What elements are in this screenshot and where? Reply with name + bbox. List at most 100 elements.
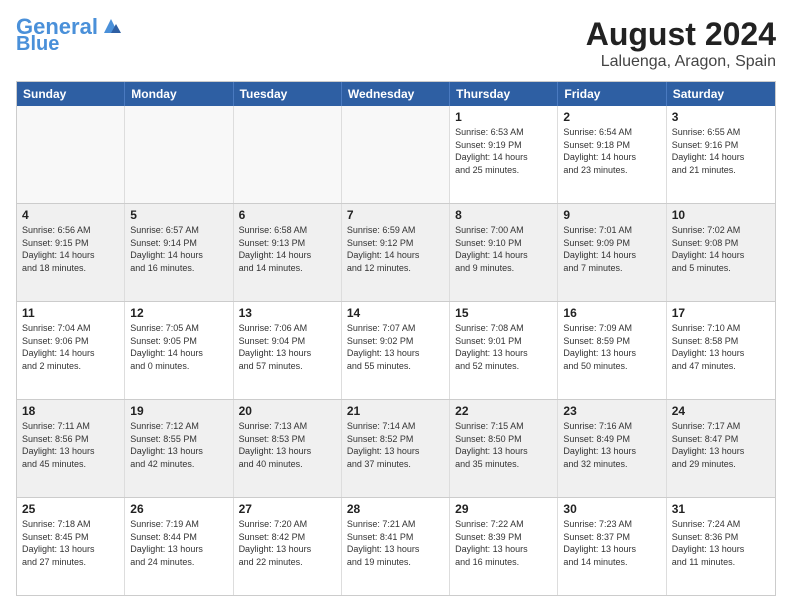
day-28: 28 Sunrise: 7:21 AM Sunset: 8:41 PM Dayli… (342, 498, 450, 595)
day-info-25: Sunrise: 7:18 AM Sunset: 8:45 PM Dayligh… (22, 518, 119, 568)
day-number-28: 28 (347, 502, 444, 516)
empty-cell (17, 106, 125, 203)
calendar-header: Sunday Monday Tuesday Wednesday Thursday… (17, 82, 775, 106)
day-1: 1 Sunrise: 6:53 AM Sunset: 9:19 PM Daylig… (450, 106, 558, 203)
day-info-24: Sunrise: 7:17 AM Sunset: 8:47 PM Dayligh… (672, 420, 770, 470)
day-number-30: 30 (563, 502, 660, 516)
title-block: August 2024 Laluenga, Aragon, Spain (586, 16, 776, 71)
main-title: August 2024 (586, 16, 776, 53)
day-number-24: 24 (672, 404, 770, 418)
day-info-8: Sunrise: 7:00 AM Sunset: 9:10 PM Dayligh… (455, 224, 552, 274)
day-info-30: Sunrise: 7:23 AM Sunset: 8:37 PM Dayligh… (563, 518, 660, 568)
day-number-9: 9 (563, 208, 660, 222)
day-number-19: 19 (130, 404, 227, 418)
day-info-12: Sunrise: 7:05 AM Sunset: 9:05 PM Dayligh… (130, 322, 227, 372)
day-number-15: 15 (455, 306, 552, 320)
day-16: 16 Sunrise: 7:09 AM Sunset: 8:59 PM Dayli… (558, 302, 666, 399)
day-21: 21Sunrise: 7:14 AM Sunset: 8:52 PM Dayli… (342, 400, 450, 497)
day-number-26: 26 (130, 502, 227, 516)
day-number-8: 8 (455, 208, 552, 222)
day-10: 10 Sunrise: 7:02 AM Sunset: 9:08 PM Dayli… (667, 204, 775, 301)
day-13: 13 Sunrise: 7:06 AM Sunset: 9:04 PM Dayli… (234, 302, 342, 399)
day-18: 18Sunrise: 7:11 AM Sunset: 8:56 PM Dayli… (17, 400, 125, 497)
empty-cell (125, 106, 233, 203)
day-info-31: Sunrise: 7:24 AM Sunset: 8:36 PM Dayligh… (672, 518, 770, 568)
day-info-27: Sunrise: 7:20 AM Sunset: 8:42 PM Dayligh… (239, 518, 336, 568)
header: General Blue August 2024 Laluenga, Arago… (16, 16, 776, 71)
day-30: 30 Sunrise: 7:23 AM Sunset: 8:37 PM Dayli… (558, 498, 666, 595)
day-info-5: Sunrise: 6:57 AM Sunset: 9:14 PM Dayligh… (130, 224, 227, 274)
day-9: 9 Sunrise: 7:01 AM Sunset: 9:09 PM Daylig… (558, 204, 666, 301)
header-thursday: Thursday (450, 82, 558, 106)
header-saturday: Saturday (667, 82, 775, 106)
day-26: 26 Sunrise: 7:19 AM Sunset: 8:44 PM Dayli… (125, 498, 233, 595)
day-31: 31 Sunrise: 7:24 AM Sunset: 8:36 PM Dayli… (667, 498, 775, 595)
page: General Blue August 2024 Laluenga, Arago… (0, 0, 792, 612)
header-tuesday: Tuesday (234, 82, 342, 106)
day-8: 8 Sunrise: 7:00 AM Sunset: 9:10 PM Daylig… (450, 204, 558, 301)
day-6: 6 Sunrise: 6:58 AM Sunset: 9:13 PM Daylig… (234, 204, 342, 301)
day-info-17: Sunrise: 7:10 AM Sunset: 8:58 PM Dayligh… (672, 322, 770, 372)
day-info-10: Sunrise: 7:02 AM Sunset: 9:08 PM Dayligh… (672, 224, 770, 274)
day-19: 19 Sunrise: 7:12 AM Sunset: 8:55 PM Dayli… (125, 400, 233, 497)
day-info-1: Sunrise: 6:53 AM Sunset: 9:19 PM Dayligh… (455, 126, 552, 176)
day-2: 2 Sunrise: 6:54 AM Sunset: 9:18 PM Daylig… (558, 106, 666, 203)
day-info-2: Sunrise: 6:54 AM Sunset: 9:18 PM Dayligh… (563, 126, 660, 176)
logo-icon (100, 15, 122, 37)
day-number-5: 5 (130, 208, 227, 222)
day-number-12: 12 (130, 306, 227, 320)
day-number-13: 13 (239, 306, 336, 320)
week-row-2: 4 Sunrise: 6:56 AM Sunset: 9:15 PM Daylig… (17, 203, 775, 301)
calendar-body: 1 Sunrise: 6:53 AM Sunset: 9:19 PM Daylig… (17, 106, 775, 595)
day-number-18: 18 (22, 404, 119, 418)
day-number-10: 10 (672, 208, 770, 222)
day-info-6: Sunrise: 6:58 AM Sunset: 9:13 PM Dayligh… (239, 224, 336, 274)
day-info-14: Sunrise: 7:07 AM Sunset: 9:02 PM Dayligh… (347, 322, 444, 372)
day-info-3: Sunrise: 6:55 AM Sunset: 9:16 PM Dayligh… (672, 126, 770, 176)
week-row-3: 11Sunrise: 7:04 AM Sunset: 9:06 PM Dayli… (17, 301, 775, 399)
day-info-26: Sunrise: 7:19 AM Sunset: 8:44 PM Dayligh… (130, 518, 227, 568)
day-12: 12 Sunrise: 7:05 AM Sunset: 9:05 PM Dayli… (125, 302, 233, 399)
logo: General Blue (16, 16, 122, 54)
day-info-15: Sunrise: 7:08 AM Sunset: 9:01 PM Dayligh… (455, 322, 552, 372)
empty-cell (234, 106, 342, 203)
day-number-25: 25 (22, 502, 119, 516)
day-number-20: 20 (239, 404, 336, 418)
day-info-11: Sunrise: 7:04 AM Sunset: 9:06 PM Dayligh… (22, 322, 119, 372)
day-14: 14 Sunrise: 7:07 AM Sunset: 9:02 PM Dayli… (342, 302, 450, 399)
day-number-7: 7 (347, 208, 444, 222)
day-info-19: Sunrise: 7:12 AM Sunset: 8:55 PM Dayligh… (130, 420, 227, 470)
day-info-9: Sunrise: 7:01 AM Sunset: 9:09 PM Dayligh… (563, 224, 660, 274)
week-row-4: 18Sunrise: 7:11 AM Sunset: 8:56 PM Dayli… (17, 399, 775, 497)
day-info-4: Sunrise: 6:56 AM Sunset: 9:15 PM Dayligh… (22, 224, 119, 274)
day-number-1: 1 (455, 110, 552, 124)
day-info-21: Sunrise: 7:14 AM Sunset: 8:52 PM Dayligh… (347, 420, 444, 470)
day-info-28: Sunrise: 7:21 AM Sunset: 8:41 PM Dayligh… (347, 518, 444, 568)
day-number-31: 31 (672, 502, 770, 516)
subtitle: Laluenga, Aragon, Spain (586, 53, 776, 71)
day-number-6: 6 (239, 208, 336, 222)
day-22: 22Sunrise: 7:15 AM Sunset: 8:50 PM Dayli… (450, 400, 558, 497)
day-number-29: 29 (455, 502, 552, 516)
day-7: 7 Sunrise: 6:59 AM Sunset: 9:12 PM Daylig… (342, 204, 450, 301)
week-row-1: 1 Sunrise: 6:53 AM Sunset: 9:19 PM Daylig… (17, 106, 775, 203)
day-number-14: 14 (347, 306, 444, 320)
day-5: 5 Sunrise: 6:57 AM Sunset: 9:14 PM Daylig… (125, 204, 233, 301)
day-15: 15 Sunrise: 7:08 AM Sunset: 9:01 PM Dayli… (450, 302, 558, 399)
day-info-23: Sunrise: 7:16 AM Sunset: 8:49 PM Dayligh… (563, 420, 660, 470)
day-info-16: Sunrise: 7:09 AM Sunset: 8:59 PM Dayligh… (563, 322, 660, 372)
day-info-7: Sunrise: 6:59 AM Sunset: 9:12 PM Dayligh… (347, 224, 444, 274)
day-23: 23Sunrise: 7:16 AM Sunset: 8:49 PM Dayli… (558, 400, 666, 497)
day-4: 4 Sunrise: 6:56 AM Sunset: 9:15 PM Daylig… (17, 204, 125, 301)
header-wednesday: Wednesday (342, 82, 450, 106)
day-number-2: 2 (563, 110, 660, 124)
day-info-13: Sunrise: 7:06 AM Sunset: 9:04 PM Dayligh… (239, 322, 336, 372)
day-29: 29Sunrise: 7:22 AM Sunset: 8:39 PM Dayli… (450, 498, 558, 595)
empty-cell (342, 106, 450, 203)
day-number-4: 4 (22, 208, 119, 222)
calendar: Sunday Monday Tuesday Wednesday Thursday… (16, 81, 776, 596)
day-3: 3Sunrise: 6:55 AM Sunset: 9:16 PM Daylig… (667, 106, 775, 203)
day-number-16: 16 (563, 306, 660, 320)
day-11: 11Sunrise: 7:04 AM Sunset: 9:06 PM Dayli… (17, 302, 125, 399)
day-number-27: 27 (239, 502, 336, 516)
